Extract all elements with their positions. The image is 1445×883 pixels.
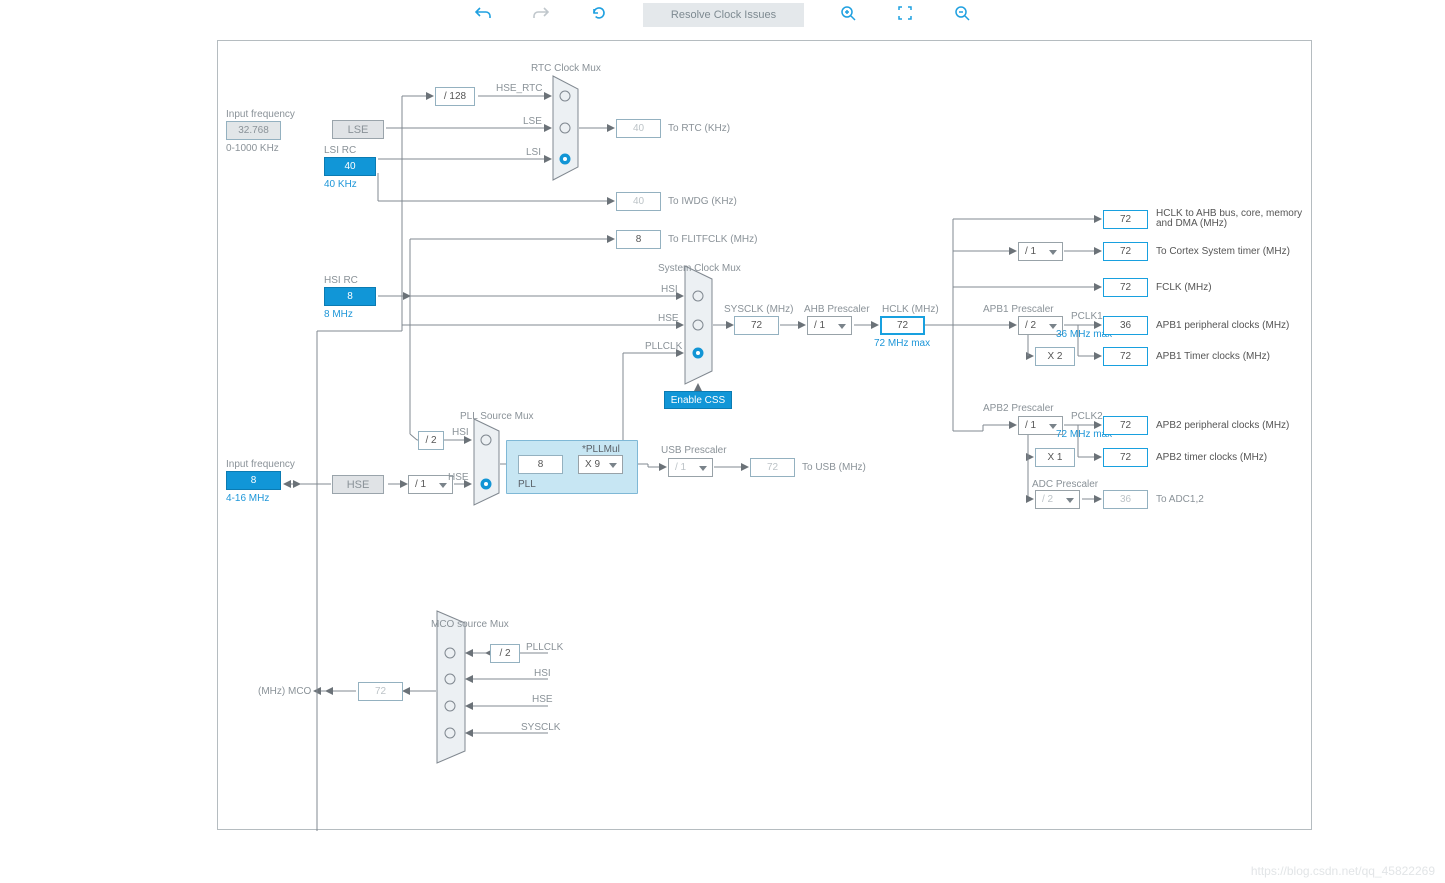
out-apb1t-val: 72: [1103, 347, 1148, 366]
wiring-layer: [218, 41, 1313, 831]
lsi-note: 40 KHz: [324, 179, 357, 190]
out-apb2t-lbl: APB2 timer clocks (MHz): [1156, 452, 1267, 463]
enable-css-button[interactable]: Enable CSS: [664, 391, 732, 409]
pll-hsi-div2: / 2: [418, 431, 444, 450]
lsi-value[interactable]: 40: [324, 157, 376, 176]
mco-out-label: (MHz) MCO: [258, 686, 311, 697]
usb-value: 72: [750, 458, 795, 477]
undo-icon[interactable]: [469, 4, 497, 27]
rtc-mux-title: RTC Clock Mux: [531, 63, 601, 74]
cortex-presc-select[interactable]: / 1: [1018, 242, 1063, 261]
toolbar: Resolve Clock Issues: [0, 0, 1445, 30]
hse-presc-select[interactable]: / 1: [408, 475, 453, 494]
watermark: https://blog.csdn.net/qq_45822269: [1251, 864, 1435, 878]
mco-div2: / 2: [490, 644, 520, 663]
pllmux-title: PLL Source Mux: [460, 411, 534, 422]
mco-pllclk: PLLCLK: [526, 642, 563, 653]
out-cortex-lbl: To Cortex System timer (MHz): [1156, 246, 1290, 257]
pll-caption: PLL: [518, 479, 536, 490]
out-apb1t-lbl: APB1 Timer clocks (MHz): [1156, 351, 1270, 362]
apb1-presc-label: APB1 Prescaler: [983, 304, 1054, 315]
rtc-out-label: To RTC (KHz): [668, 123, 730, 134]
flitfclk-label: To FLITFCLK (MHz): [668, 234, 757, 245]
hse-input-freq-label: Input frequency: [226, 459, 295, 470]
lse-range-label: 0-1000 KHz: [226, 143, 279, 154]
lsi-rc-label: LSI RC: [324, 145, 356, 156]
adc-presc-label: ADC Prescaler: [1032, 479, 1098, 490]
adc-presc-select[interactable]: / 2: [1035, 490, 1080, 509]
usb-presc-select[interactable]: / 1: [668, 458, 713, 477]
pllmux-hsi: HSI: [452, 427, 469, 438]
hsi-note: 8 MHz: [324, 309, 353, 320]
out-hclk-ahb-val: 72: [1103, 210, 1148, 229]
mco-sysclk: SYSCLK: [521, 722, 560, 733]
mco-hsi: HSI: [534, 668, 551, 679]
rtc-out-value: 40: [616, 119, 661, 138]
pclk1-label: PCLK1: [1071, 311, 1103, 322]
pllmul-label: *PLLMul: [582, 444, 620, 455]
hse-input-value[interactable]: 8: [226, 471, 281, 490]
resolve-clock-issues-button[interactable]: Resolve Clock Issues: [643, 3, 804, 27]
sysclk-value[interactable]: 72: [734, 316, 779, 335]
pll-in-value: 8: [518, 455, 563, 474]
sysmux-title: System Clock Mux: [658, 263, 741, 274]
out-adc-val: 36: [1103, 490, 1148, 509]
pllmul-select[interactable]: X 9: [578, 455, 623, 474]
zoom-out-icon[interactable]: [948, 3, 976, 28]
zoom-in-icon[interactable]: [834, 3, 862, 28]
out-apb2t-val: 72: [1103, 448, 1148, 467]
out-fclk-lbl: FCLK (MHz): [1156, 282, 1212, 293]
sysmux-pllclk: PLLCLK: [645, 341, 682, 352]
apb1-mult: X 2: [1035, 347, 1075, 366]
rtc-lse-label: LSE: [523, 116, 542, 127]
rtc-lsi-label: LSI: [526, 147, 541, 158]
fit-icon[interactable]: [892, 4, 918, 27]
out-hclk-ahb-lbl: HCLK to AHB bus, core, memory and DMA (M…: [1156, 209, 1306, 229]
mco-hse: HSE: [532, 694, 553, 705]
clock-diagram-canvas: Input frequency 32.768 0-1000 KHz LSE LS…: [217, 40, 1312, 830]
hsi-value[interactable]: 8: [324, 287, 376, 306]
hsi-rc-label: HSI RC: [324, 275, 358, 286]
out-apb2p-lbl: APB2 peripheral clocks (MHz): [1156, 420, 1289, 431]
ahb-presc-select[interactable]: / 1: [807, 316, 852, 335]
hclk-value[interactable]: 72: [880, 316, 925, 335]
lse-source-box[interactable]: LSE: [332, 120, 384, 139]
hse-source-box[interactable]: HSE: [332, 475, 384, 494]
sysmux-hsi: HSI: [661, 284, 678, 295]
out-adc-lbl: To ADC1,2: [1156, 494, 1204, 505]
rtc-div128: / 128: [435, 87, 475, 106]
lse-input-value[interactable]: 32.768: [226, 121, 281, 140]
hclk-max-note: 72 MHz max: [874, 338, 930, 349]
out-apb1p-lbl: APB1 peripheral clocks (MHz): [1156, 320, 1289, 331]
apb2-mult: X 1: [1035, 448, 1075, 467]
out-cortex-val: 72: [1103, 242, 1148, 261]
flitfclk-value: 8: [616, 230, 661, 249]
ahb-presc-label: AHB Prescaler: [804, 304, 870, 315]
mco-out-value: 72: [358, 682, 403, 701]
iwdg-value: 40: [616, 192, 661, 211]
out-apb2p-val: 72: [1103, 416, 1148, 435]
usb-label: To USB (MHz): [802, 462, 866, 473]
pclk2-label: PCLK2: [1071, 411, 1103, 422]
out-fclk-val: 72: [1103, 278, 1148, 297]
usb-presc-label: USB Prescaler: [661, 445, 727, 456]
pllmux-hse: HSE: [448, 472, 469, 483]
sysmux-hse: HSE: [658, 313, 679, 324]
out-apb1p-val: 36: [1103, 316, 1148, 335]
rtc-hse-rtc-label: HSE_RTC: [496, 83, 543, 94]
hse-range-label: 4-16 MHz: [226, 493, 269, 504]
mco-mux-title: MCO source Mux: [431, 619, 509, 630]
redo-icon[interactable]: [527, 4, 555, 27]
apb2-presc-label: APB2 Prescaler: [983, 403, 1054, 414]
refresh-icon[interactable]: [585, 3, 613, 28]
lse-input-freq-label: Input frequency: [226, 109, 295, 120]
hclk-label: HCLK (MHz): [882, 304, 939, 315]
sysclk-label: SYSCLK (MHz): [724, 304, 793, 315]
iwdg-label: To IWDG (KHz): [668, 196, 737, 207]
